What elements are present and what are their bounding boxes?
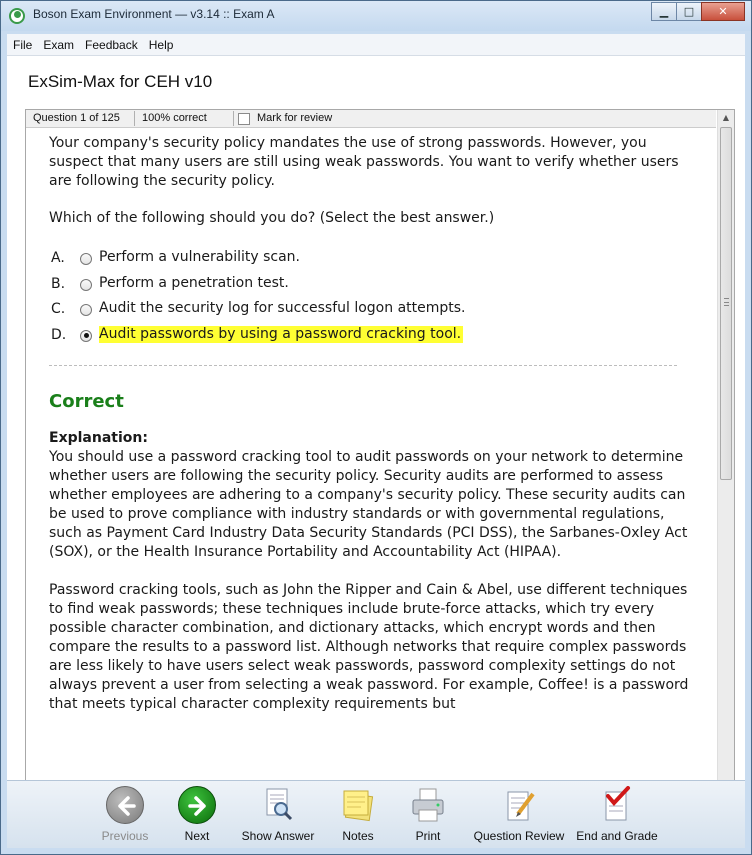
mark-review-label[interactable]: Mark for review [257,112,332,124]
question-counter: Question 1 of 125 [33,112,120,124]
choice-text[interactable]: Perform a vulnerability scan. [99,249,302,266]
scroll-up-arrow-icon[interactable]: ▲ [718,110,734,126]
choice-letter: C. [51,301,66,317]
section-divider [49,365,677,366]
choice-c[interactable]: C. Audit the security log for successful… [49,298,689,324]
previous-label: Previous [101,829,149,843]
content-area: ExSim-Max for CEH v10 Question 1 of 125 … [7,56,745,809]
vertical-scrollbar[interactable]: ▲ ▼ [717,110,734,808]
end-and-grade-label: End and Grade [576,829,658,843]
window-title: Boson Exam Environment — v3.14 :: Exam A [33,7,275,21]
choice-letter: B. [51,275,66,292]
radio-button-b[interactable] [80,278,92,291]
choice-letter: A. [51,250,65,266]
choice-a[interactable]: A. Perform a vulnerability scan. [49,247,689,273]
mark-review-checkbox[interactable] [238,113,250,125]
choice-letter: D. [51,326,67,343]
explanation-paragraph: Password cracking tools, such as John th… [49,582,689,712]
explanation-heading: Explanation: [49,430,148,446]
explanation-paragraph: You should use a password cracking tool … [49,449,688,560]
print-label: Print [415,829,441,843]
menu-help[interactable]: Help [143,34,179,52]
window-controls: ▁ □ ✕ [651,2,745,21]
question-prompt: Which of the following should you do? (S… [49,210,495,226]
question-status-bar: Question 1 of 125 100% correct Mark for … [26,110,716,128]
next-label: Next [184,829,210,843]
score-indicator: 100% correct [142,112,207,124]
show-answer-label: Show Answer [241,829,315,843]
menu-file[interactable]: File [7,34,37,52]
exam-title: ExSim-Max for CEH v10 [28,72,213,91]
choice-text[interactable]: Perform a penetration test. [99,275,291,292]
result-label: Correct [49,391,124,412]
title-bar[interactable]: Boson Exam Environment — v3.14 :: Exam A… [1,1,751,31]
app-window: Boson Exam Environment — v3.14 :: Exam A… [0,0,752,855]
notes-label: Notes [342,829,374,843]
grip-icon [724,298,729,306]
question-panel: Question 1 of 125 100% correct Mark for … [25,109,735,809]
choice-d[interactable]: D. Audit passwords by using a password c… [49,324,689,350]
menu-exam[interactable]: Exam [37,34,79,52]
bottom-toolbar: Previous Next Show Answer Notes Print Qu… [7,780,745,848]
menu-bar: File Exam Feedback Help [7,34,745,56]
radio-button-d[interactable] [80,329,92,342]
status-divider [233,111,234,126]
answer-choices: A. Perform a vulnerability scan. B. Perf… [49,247,689,349]
checkmark-document-icon [598,786,636,824]
maximize-button[interactable]: □ [676,2,702,21]
choice-b[interactable]: B. Perform a penetration test. [49,273,689,299]
scroll-thumb[interactable] [720,127,732,480]
radio-button-c[interactable] [80,304,92,316]
radio-button-a[interactable] [80,253,92,265]
forward-arrow-icon [178,786,216,824]
choice-text[interactable]: Audit the security log for successful lo… [99,300,468,317]
clipboard-pencil-icon [500,786,538,824]
question-body: Your company's security policy mandates … [49,130,689,806]
question-text: Your company's security policy mandates … [49,135,679,189]
close-button[interactable]: ✕ [701,2,745,21]
sticky-notes-icon [339,786,377,824]
question-review-label: Question Review [473,829,565,843]
app-logo-icon [9,8,25,24]
minimize-button[interactable]: ▁ [651,2,677,21]
status-divider [134,111,135,126]
menu-feedback[interactable]: Feedback [79,34,143,52]
magnifier-document-icon [259,786,297,824]
back-arrow-icon [106,786,144,824]
printer-icon [409,786,447,824]
choice-text-selected[interactable]: Audit passwords by using a password crac… [99,325,464,343]
